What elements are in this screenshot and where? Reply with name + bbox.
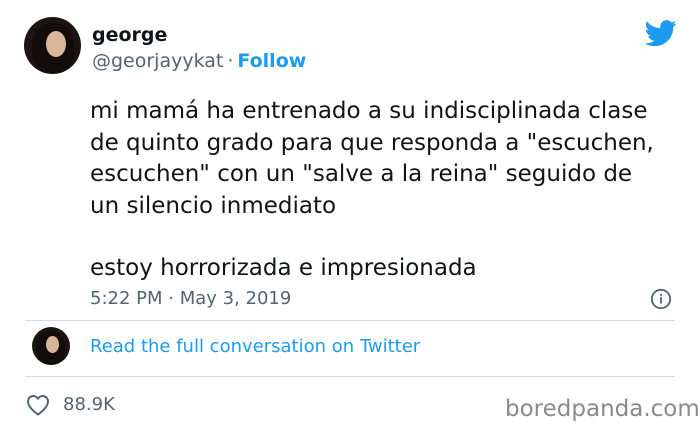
read-conversation-link[interactable]: Read the full conversation on Twitter <box>90 336 420 358</box>
tweet-paragraph-2: estoy horrorizada e impresionada <box>90 255 477 281</box>
tweet-card: george @georjayykat · Follow mi mamá ha en… <box>0 0 700 431</box>
reply-avatar-face <box>46 336 59 353</box>
follow-button[interactable]: Follow <box>237 50 306 72</box>
twitter-bird-icon[interactable] <box>645 20 677 47</box>
divider-top <box>25 320 675 321</box>
avatar-face <box>46 31 66 57</box>
handle-line: @georjayykat · Follow <box>92 50 306 72</box>
heart-icon[interactable] <box>26 394 50 416</box>
info-icon[interactable] <box>650 288 672 310</box>
separator-dot: · <box>227 50 234 72</box>
tweet-timestamp[interactable]: 5:22 PM · May 3, 2019 <box>90 288 291 310</box>
divider-bottom <box>25 376 675 377</box>
author-handle[interactable]: @georjayykat <box>92 50 223 72</box>
tweet-text: mi mamá ha entrenado a su indisciplinada… <box>90 96 670 285</box>
avatar[interactable] <box>24 17 81 74</box>
tweet-paragraph-1: mi mamá ha entrenado a su indisciplinada… <box>90 98 654 219</box>
watermark: boredpanda.com <box>505 396 700 422</box>
like-count[interactable]: 88.9K <box>63 394 115 416</box>
author-name[interactable]: george <box>92 24 167 46</box>
reply-avatar[interactable] <box>32 327 70 365</box>
